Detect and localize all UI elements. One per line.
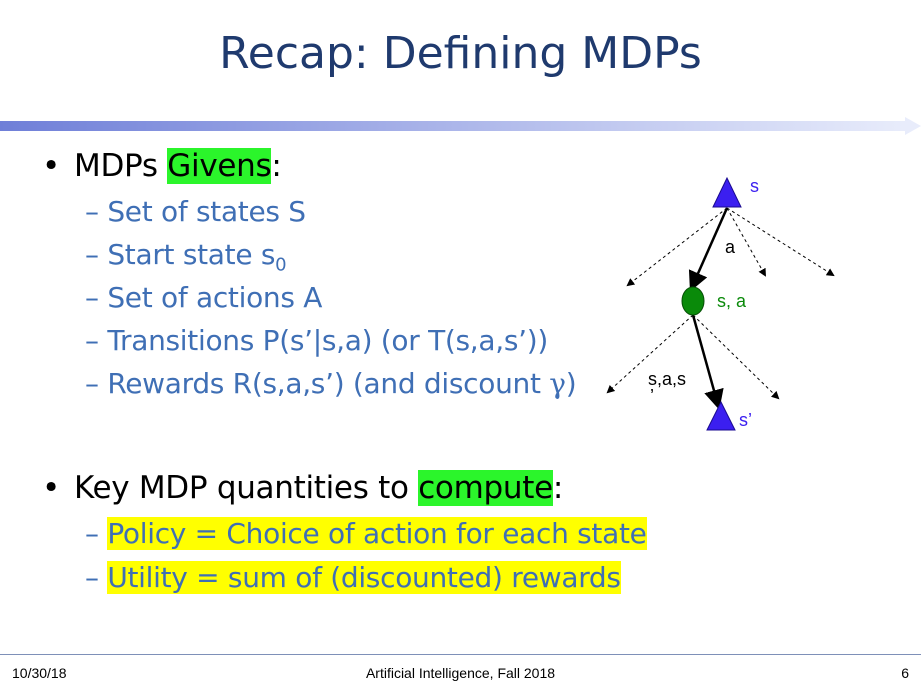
list-item: – Set of actions A bbox=[85, 281, 323, 314]
bullet-colon: : bbox=[271, 148, 282, 184]
highlight-givens: Givens bbox=[167, 148, 272, 184]
footer-course: Artificial Intelligence, Fall 2018 bbox=[365, 665, 556, 681]
bullet-text: Key MDP quantities to bbox=[74, 470, 419, 506]
mdp-search-tree-diagram: s a s, a s,a,s ’ s’ bbox=[606, 176, 835, 431]
action-edge bbox=[688, 207, 729, 292]
list-item: – Rewards R(s,a,s’) (and discount γ) bbox=[85, 367, 577, 400]
list-item: – Policy = Choice of action for each sta… bbox=[85, 517, 647, 550]
bullet-text: MDPs bbox=[74, 148, 168, 184]
footer-page-number: 6 bbox=[901, 665, 909, 681]
list-item: – Utility = sum of (discounted) rewards bbox=[85, 561, 621, 594]
list-item: – Transitions P(s’|s,a) (or T(s,a,s’)) bbox=[85, 324, 548, 357]
list-item: – Set of states S bbox=[85, 195, 306, 228]
action-label: a bbox=[725, 237, 736, 257]
slide-title: Recap: Defining MDPs bbox=[219, 28, 702, 79]
bullet-mdp-givens: • MDPs Givens: bbox=[42, 148, 282, 184]
bullet-dot: • bbox=[42, 148, 60, 184]
qstate-label: s, a bbox=[717, 291, 747, 311]
next-state-node bbox=[706, 400, 736, 431]
bullet-colon: : bbox=[552, 470, 564, 506]
dashed-edge bbox=[626, 207, 728, 287]
next-state-label: s’ bbox=[739, 410, 752, 430]
transition-prime: ’ bbox=[650, 386, 654, 406]
subscript-zero: 0 bbox=[275, 254, 287, 276]
footer-divider bbox=[0, 654, 921, 655]
transition-edge bbox=[691, 314, 724, 410]
qstate-node bbox=[681, 286, 705, 316]
state-label: s bbox=[750, 176, 759, 196]
dashed-edge bbox=[726, 207, 835, 277]
highlight-compute: compute bbox=[418, 470, 553, 506]
gamma-symbol: γ bbox=[549, 367, 566, 400]
list-item: – Start state s0 bbox=[85, 238, 287, 276]
bullet-dot: • bbox=[42, 470, 60, 506]
state-node bbox=[712, 176, 742, 208]
title-divider-arrow bbox=[0, 117, 921, 135]
bullet-key-quantities: • Key MDP quantities to compute: bbox=[42, 470, 563, 506]
